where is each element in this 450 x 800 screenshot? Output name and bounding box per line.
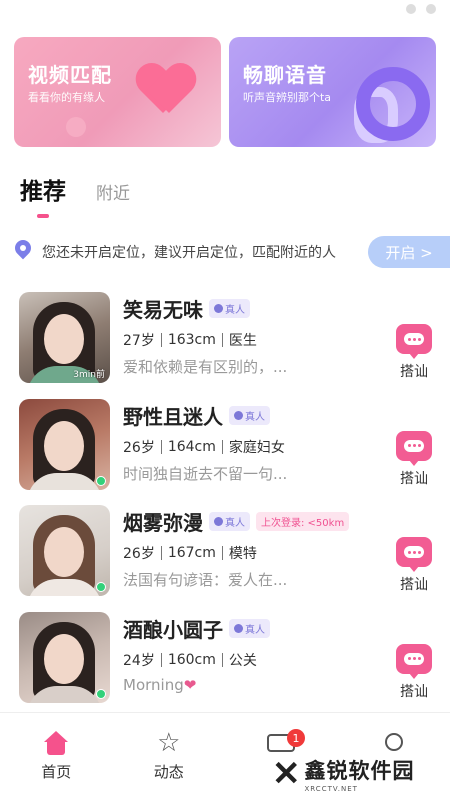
feed-tabs: 推荐 附近	[20, 172, 130, 206]
verified-badge: 真人	[209, 512, 250, 531]
greet-label: 搭讪	[400, 364, 428, 380]
avatar[interactable]	[19, 611, 110, 703]
user-intro: Morning❤	[123, 675, 197, 694]
user-job: 模特	[228, 546, 257, 562]
user-info: 26岁 164cm 家庭妇女	[123, 437, 285, 457]
user-age: 26岁	[123, 546, 155, 562]
chat-bubble-icon	[396, 537, 432, 567]
user-age: 24岁	[123, 652, 155, 669]
location-pin-icon	[14, 240, 32, 264]
verified-badge: 真人	[229, 405, 270, 425]
avatar[interactable]	[19, 505, 110, 596]
active-time-tag: 3min前	[73, 370, 105, 380]
user-height: 164cm	[167, 438, 216, 455]
greet-button[interactable]: 搭讪	[396, 324, 432, 381]
verified-badge: 真人	[229, 618, 270, 638]
verified-badge: 真人	[209, 299, 250, 318]
nav-home-label: 首页	[41, 763, 72, 781]
user-job: 医生	[228, 333, 257, 349]
avatar[interactable]: 3min前	[19, 292, 110, 383]
nav-home[interactable]: 首页	[0, 713, 113, 800]
greet-label: 搭讪	[400, 683, 428, 700]
user-age: 27岁	[123, 333, 155, 349]
user-height: 167cm	[167, 545, 216, 561]
user-height: 163cm	[167, 332, 216, 348]
video-match-subtitle: 看看你的有缘人	[28, 91, 105, 104]
user-name: 酒酿小圆子	[123, 617, 223, 642]
list-item[interactable]: 野性且迷人 真人 26岁 164cm 家庭妇女 时间独自逝去不留一句... 搭讪	[0, 393, 450, 500]
location-prompt: 您还未开启定位，建议开启定位，匹配附近的人 开启 >	[14, 236, 450, 268]
list-item[interactable]: 烟雾弥漫 真人 上次登录: <50km 26岁 167cm 模特 法国有句谚语：…	[0, 499, 450, 606]
list-item[interactable]: 3min前 笑易无味 真人 27岁 163cm 医生 爱和依赖是有区别的，...…	[0, 286, 450, 393]
last-login-badge: 上次登录: <50km	[256, 512, 350, 531]
heart-icon	[137, 65, 195, 117]
verified-icon	[234, 623, 243, 633]
greet-button[interactable]: 搭讪	[396, 643, 432, 701]
user-info: 26岁 167cm 模特	[123, 543, 257, 563]
chat-bubble-icon	[396, 430, 432, 461]
user-height: 160cm	[167, 651, 216, 668]
user-name: 烟雾弥漫	[123, 511, 203, 535]
user-intro: 时间独自逝去不留一句...	[123, 464, 288, 483]
home-icon	[43, 731, 69, 755]
watermark-logo-icon: ✕	[272, 755, 301, 793]
voice-chat-subtitle: 听声音辨别那个ta	[243, 91, 332, 104]
verified-icon	[214, 517, 223, 526]
online-indicator	[96, 475, 106, 486]
heart-icon: ❤	[183, 675, 197, 694]
video-match-banner[interactable]: 视频匹配 看看你的有缘人	[14, 37, 221, 147]
battery-icon	[426, 4, 436, 14]
greet-label: 搭讪	[400, 470, 428, 487]
location-message: 您还未开启定位，建议开启定位，匹配附近的人	[42, 245, 336, 261]
user-job: 公关	[228, 652, 257, 669]
tab-recommend[interactable]: 推荐	[20, 172, 66, 206]
chat-bubble-icon	[396, 643, 432, 674]
nav-moments[interactable]: ☆ 动态	[113, 713, 226, 800]
user-info: 24岁 160cm 公关	[123, 650, 257, 670]
verified-icon	[214, 304, 223, 313]
enable-location-button[interactable]: 开启 >	[368, 236, 450, 268]
user-name: 笑易无味	[123, 298, 203, 322]
user-list: 3min前 笑易无味 真人 27岁 163cm 医生 爱和依赖是有区别的，...…	[0, 286, 450, 712]
user-job: 家庭妇女	[228, 439, 285, 456]
online-indicator	[96, 688, 106, 699]
user-intro: 法国有句谚语：爱人在...	[123, 571, 288, 589]
greet-label: 搭讪	[400, 577, 428, 593]
user-intro: 爱和依赖是有区别的，...	[123, 358, 288, 376]
chat-bubble-icon	[396, 324, 432, 354]
status-bar	[0, 0, 450, 18]
site-watermark: ✕ 鑫锐软件园 XRCCTV.NET	[272, 752, 442, 796]
person-icon	[384, 733, 403, 751]
feature-banners: 视频匹配 看看你的有缘人 畅聊语音 听声音辨别那个ta	[14, 37, 436, 147]
list-item[interactable]: 酒酿小圆子 真人 24岁 160cm 公关 Morning❤ 搭讪	[0, 606, 450, 713]
avatar[interactable]	[19, 398, 110, 490]
greet-button[interactable]: 搭讪	[396, 537, 432, 594]
headphone-icon	[356, 67, 430, 141]
nav-moments-label: 动态	[153, 763, 184, 781]
star-icon: ☆	[157, 728, 181, 758]
watermark-url: XRCCTV.NET	[304, 785, 358, 793]
video-match-title: 视频匹配	[28, 63, 112, 87]
watermark-title: 鑫锐软件园	[304, 759, 415, 783]
online-indicator	[96, 582, 106, 592]
message-count-badge: 1	[287, 729, 305, 747]
small-heart-decoration	[66, 117, 86, 137]
voice-chat-banner[interactable]: 畅聊语音 听声音辨别那个ta	[229, 37, 436, 147]
tab-nearby[interactable]: 附近	[96, 179, 130, 206]
user-name: 野性且迷人	[123, 404, 223, 429]
greet-button[interactable]: 搭讪	[396, 430, 432, 488]
wifi-icon	[406, 4, 416, 14]
verified-icon	[234, 410, 243, 420]
voice-chat-title: 畅聊语音	[243, 63, 327, 87]
user-info: 27岁 163cm 医生	[123, 330, 257, 350]
user-age: 26岁	[123, 439, 155, 456]
